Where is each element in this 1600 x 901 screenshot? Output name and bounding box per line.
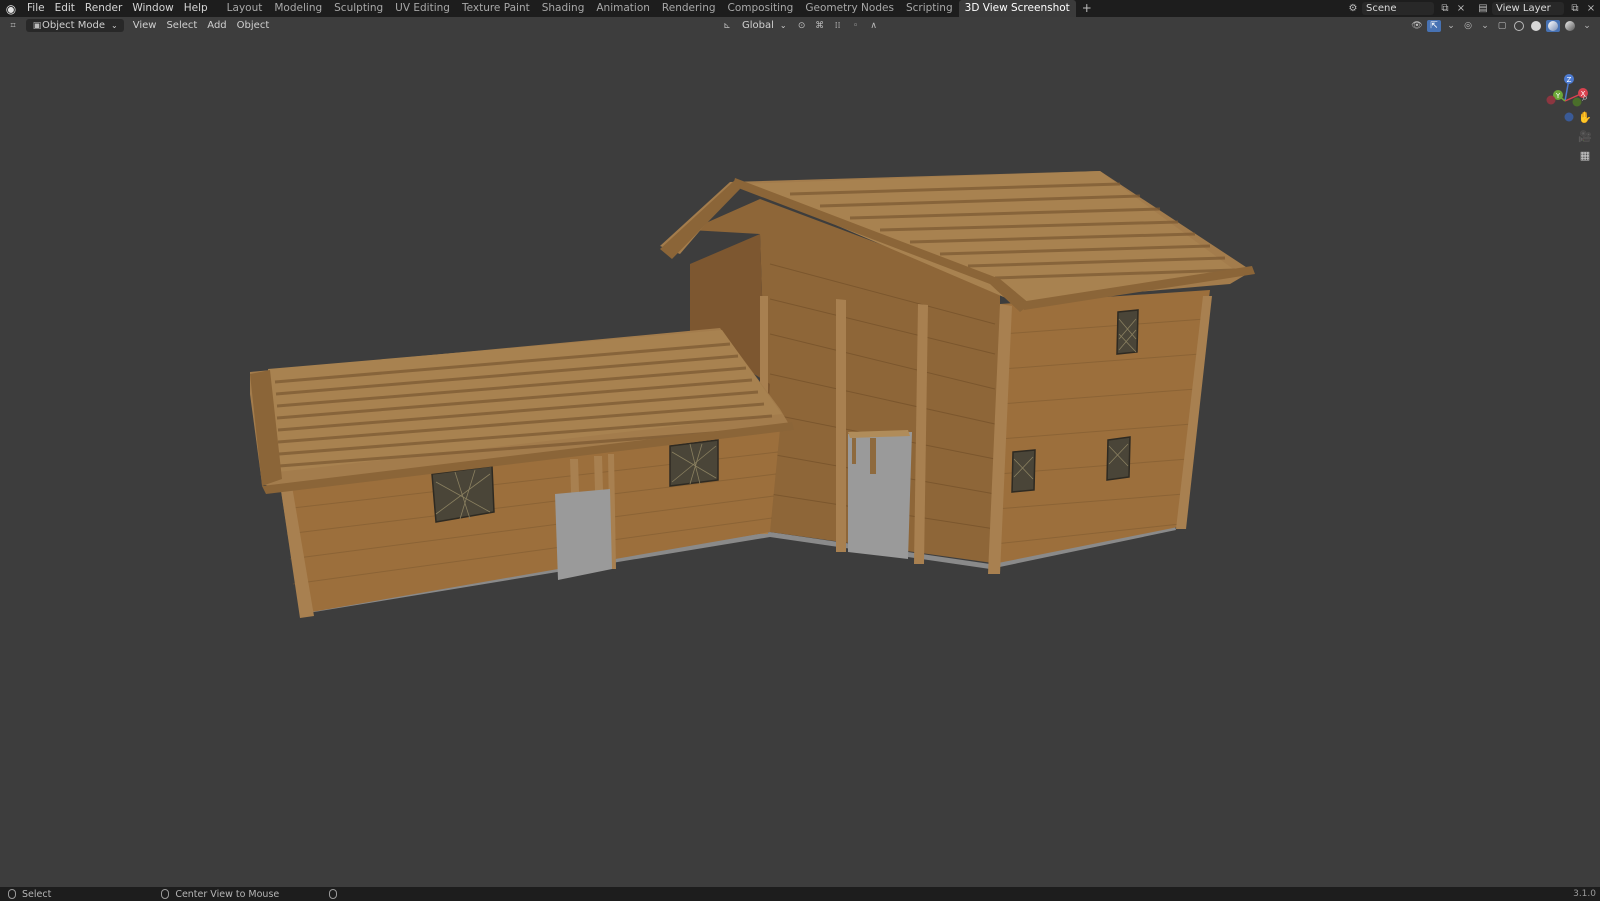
mode-dropdown[interactable]: ▣ Object Mode ⌄ (26, 19, 124, 32)
tab-3d-view-screenshot[interactable]: 3D View Screenshot (958, 0, 1076, 17)
mode-label: Object Mode (42, 20, 105, 31)
solid-shading-icon[interactable] (1529, 20, 1543, 32)
viewport-header: ⌗ ▣ Object Mode ⌄ View Select Add Object… (0, 17, 1600, 34)
tab-rendering[interactable]: Rendering (656, 0, 722, 17)
new-view-layer-icon[interactable]: ⧉ (1568, 2, 1582, 15)
door-opening (848, 432, 912, 559)
object-mode-icon: ▣ (32, 20, 42, 31)
menu-window[interactable]: Window (127, 0, 178, 17)
tab-modeling[interactable]: Modeling (268, 0, 328, 17)
view-layer-selector-icon[interactable]: ▤ (1476, 2, 1490, 15)
view-layer-field[interactable]: View Layer (1492, 2, 1564, 15)
add-workspace-icon[interactable]: + (1076, 0, 1098, 17)
status-select: Select (8, 889, 51, 900)
menu-view[interactable]: View (128, 20, 162, 31)
window (669, 439, 719, 487)
menu-add[interactable]: Add (202, 20, 231, 31)
gizmo-y-label: Y (1555, 92, 1561, 100)
mouse-middle-icon (161, 889, 170, 899)
tab-compositing[interactable]: Compositing (722, 0, 800, 17)
falloff-icon[interactable]: ∧ (867, 20, 881, 32)
snap-target-icon[interactable]: ⁞⁞ (831, 20, 845, 32)
editor-type-icon[interactable]: ⌗ (6, 20, 20, 32)
scene-selector-icon[interactable]: ⚙ (1346, 2, 1360, 15)
chevron-down-icon: ⌄ (779, 21, 787, 30)
main-menu: File Edit Render Window Help (22, 0, 213, 17)
blender-logo-icon[interactable]: ◉ (0, 0, 22, 17)
tab-layout[interactable]: Layout (221, 0, 269, 17)
menu-select[interactable]: Select (161, 20, 202, 31)
perspective-grid-icon[interactable]: ▦ (1577, 147, 1593, 163)
window (1011, 449, 1036, 493)
workspace-tabs: Layout Modeling Sculpting UV Editing Tex… (221, 0, 1098, 17)
snap-toggle-icon[interactable]: ⌘ (813, 20, 827, 32)
mouse-left-icon (8, 889, 16, 899)
tab-shading[interactable]: Shading (536, 0, 591, 17)
delete-scene-icon[interactable]: × (1454, 2, 1468, 15)
tab-sculpting[interactable]: Sculpting (328, 0, 389, 17)
orientation-icon: ⊾ (723, 20, 731, 31)
scene-field[interactable]: Scene (1362, 2, 1434, 15)
status-context (329, 889, 338, 899)
window (1106, 436, 1131, 481)
gizmo-toggle-icon[interactable]: ⇱ (1427, 19, 1441, 32)
camera-view-icon[interactable]: 🎥 (1577, 128, 1593, 144)
tab-uv-editing[interactable]: UV Editing (389, 0, 456, 17)
material-preview-icon[interactable] (1546, 19, 1560, 32)
menu-edit[interactable]: Edit (50, 0, 80, 17)
gizmo-z-label: Z (1567, 76, 1572, 84)
gizmo-neg-x (1546, 95, 1556, 105)
menu-object[interactable]: Object (232, 20, 275, 31)
orientation-dropdown[interactable]: Global ⌄ (738, 19, 791, 32)
viewport-menu: View Select Add Object (128, 20, 275, 31)
new-scene-icon[interactable]: ⧉ (1438, 2, 1452, 15)
zoom-icon[interactable]: ⌕ (1577, 90, 1593, 106)
orientation-label: Global (742, 20, 774, 31)
tab-scripting[interactable]: Scripting (900, 0, 959, 17)
door-opening (555, 489, 612, 580)
chevron-down-icon: ⌄ (111, 21, 118, 30)
house-model[interactable] (0, 34, 1600, 887)
viewport-shading-tools: 👁 ⇱ ⌄ ◎ ⌄ ▢ ⌄ (1410, 17, 1594, 34)
3d-viewport[interactable]: Z X Y ⌕ ✋ 🎥 ▦ (0, 34, 1600, 887)
menu-file[interactable]: File (22, 0, 50, 17)
visibility-icon[interactable]: 👁 (1410, 20, 1424, 32)
rendered-shading-icon[interactable] (1563, 20, 1577, 32)
status-center-view-label: Center View to Mouse (175, 888, 280, 900)
version-label: 3.1.0 (1573, 889, 1596, 899)
wireframe-shading-icon[interactable] (1512, 20, 1526, 32)
tab-geometry-nodes[interactable]: Geometry Nodes (799, 0, 900, 17)
scene-name: Scene (1366, 3, 1397, 14)
tab-texture-paint[interactable]: Texture Paint (456, 0, 536, 17)
shading-dropdown-icon[interactable]: ⌄ (1580, 20, 1594, 32)
gizmo-dropdown-icon[interactable]: ⌄ (1444, 20, 1458, 32)
status-select-label: Select (22, 888, 52, 900)
status-center-view: Center View to Mouse (161, 889, 279, 900)
overlay-dropdown-icon[interactable]: ⌄ (1478, 20, 1492, 32)
tab-animation[interactable]: Animation (590, 0, 656, 17)
top-right-controls: ⚙ Scene ⧉ × ▤ View Layer ⧉ × (1346, 0, 1600, 17)
status-bar: Select Center View to Mouse 3.1.0 (0, 887, 1600, 901)
overlay-toggle-icon[interactable]: ◎ (1461, 20, 1475, 32)
menu-render[interactable]: Render (80, 0, 127, 17)
proportional-editing-icon[interactable]: ◦ (849, 20, 863, 32)
view-layer-name: View Layer (1496, 3, 1551, 14)
window (1116, 309, 1139, 355)
pivot-point-icon[interactable]: ⊙ (795, 20, 809, 32)
transform-tools: ⊾ Global ⌄ ⊙ ⌘ ⁞⁞ ◦ ∧ (720, 17, 881, 34)
post (836, 299, 846, 552)
table-leg (852, 438, 856, 464)
top-bar: ◉ File Edit Render Window Help Layout Mo… (0, 0, 1600, 17)
xray-toggle-icon[interactable]: ▢ (1495, 20, 1509, 32)
pan-hand-icon[interactable]: ✋ (1577, 109, 1593, 125)
mouse-right-icon (329, 889, 338, 899)
table-leg (870, 438, 876, 474)
gizmo-neg-z (1564, 112, 1574, 122)
delete-view-layer-icon[interactable]: × (1584, 2, 1598, 15)
menu-help[interactable]: Help (179, 0, 213, 17)
